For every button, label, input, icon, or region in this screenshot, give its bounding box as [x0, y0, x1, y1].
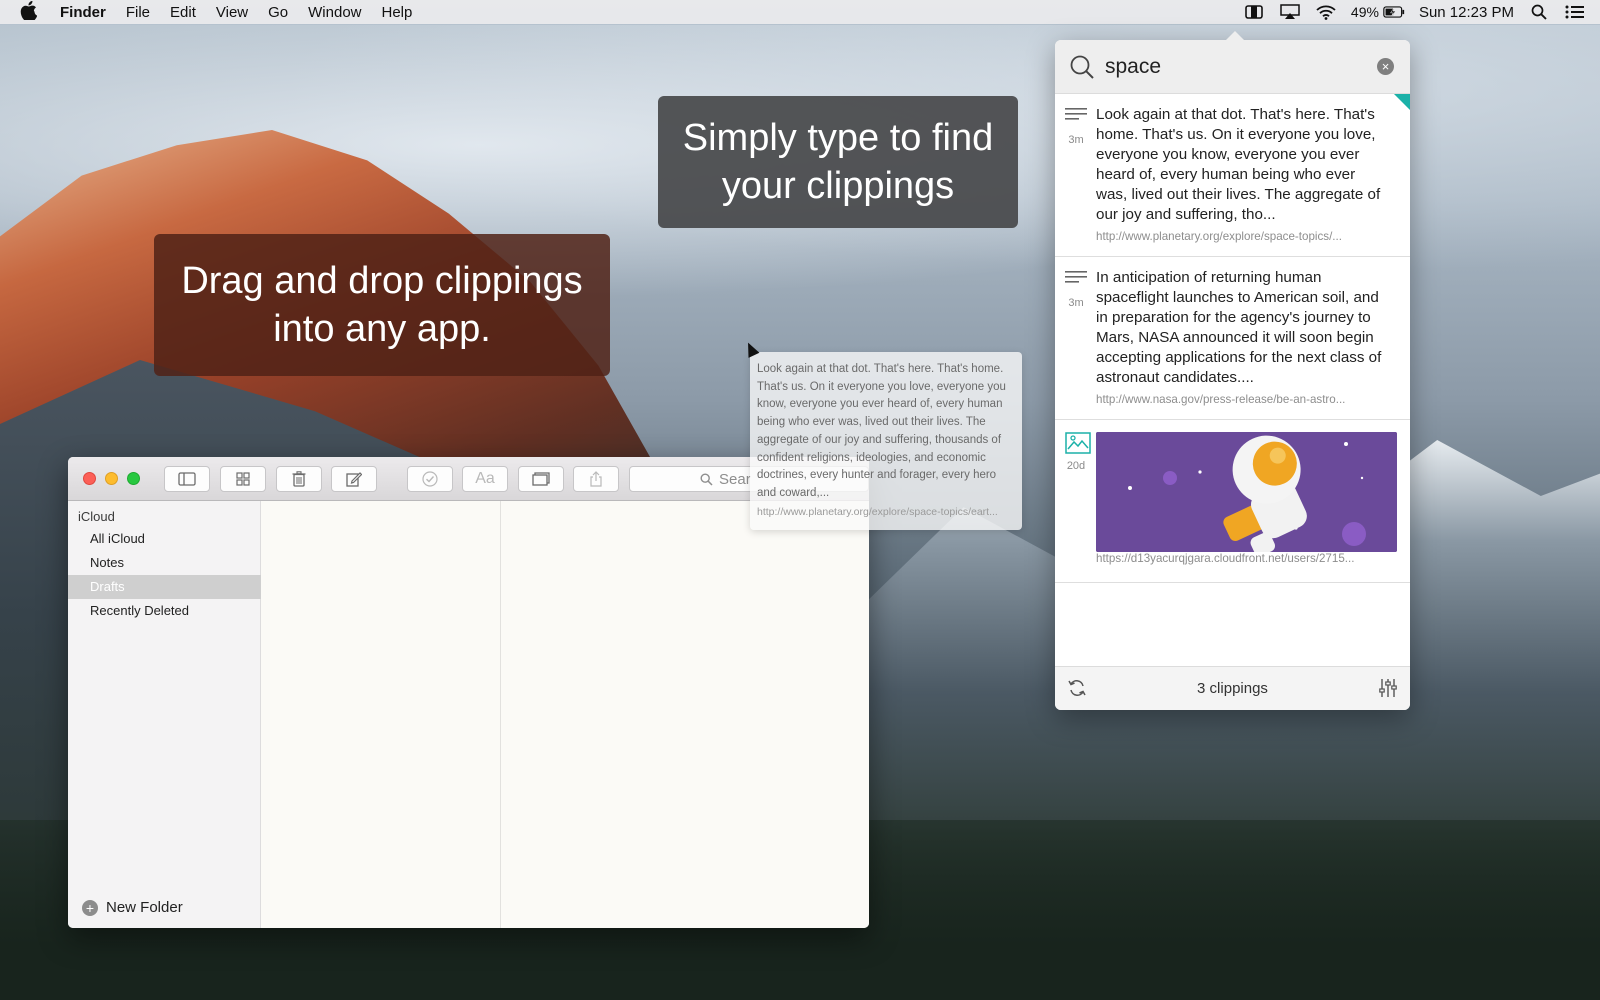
notes-folders-sidebar: iCloud All iCloud Notes Drafts Recently … [68, 501, 261, 928]
compose-note-button[interactable] [331, 466, 377, 492]
sidebar-icon [178, 472, 196, 486]
menu-window[interactable]: Window [308, 4, 361, 21]
toggle-sidebar-button[interactable] [164, 466, 210, 492]
text-clipping-icon [1065, 271, 1087, 290]
menu-bar: Finder File Edit View Go Window Help 49%… [0, 0, 1600, 24]
clipping-text: Look again at that dot. That's here. Tha… [1096, 106, 1381, 223]
notification-center-icon[interactable] [1564, 3, 1586, 21]
menu-edit[interactable]: Edit [170, 4, 196, 21]
find-clippings-callout: Simply type to find your clippings [658, 96, 1018, 228]
menu-help[interactable]: Help [382, 4, 413, 21]
search-icon [700, 472, 713, 486]
clipping-url: http://www.nasa.gov/press-release/be-an-… [1096, 393, 1346, 406]
clippings-popover: space × 3m Look again at that dot. That'… [1055, 31, 1410, 710]
drag-preview-url: http://www.planetary.org/explore/space-t… [757, 505, 998, 518]
clipping-item[interactable]: 3m Look again at that dot. That's here. … [1055, 94, 1410, 257]
drag-preview-text: Look again at that dot. That's here. Tha… [757, 363, 1006, 499]
clipboard-status-icon[interactable] [1243, 3, 1265, 21]
notes-list-pane[interactable] [261, 501, 501, 928]
menu-view[interactable]: View [216, 4, 248, 21]
menubar-clock[interactable]: Sun 12:23 PM [1419, 4, 1514, 21]
folder-all-icloud[interactable]: All iCloud [68, 527, 261, 551]
find-callout-text: Simply type to find your clippings [682, 117, 994, 207]
clipping-item[interactable]: 20d https://d13yacurqjgara.cloudfront.ne… [1055, 420, 1410, 583]
delete-note-button[interactable] [276, 466, 322, 492]
text-format-icon: Aa [475, 470, 495, 487]
clippings-count: 3 clippings [1197, 680, 1268, 697]
clipping-age: 3m [1068, 134, 1084, 146]
text-clipping-icon [1065, 108, 1087, 127]
attachments-browser-button[interactable] [220, 466, 266, 492]
share-icon [590, 471, 602, 487]
format-text-button[interactable]: Aa [462, 466, 508, 492]
battery-charging-icon[interactable] [1383, 3, 1405, 21]
checklist-button[interactable] [407, 466, 453, 492]
close-window-button[interactable] [83, 472, 96, 485]
plus-circle-icon: + [82, 899, 98, 916]
settings-sliders-icon[interactable] [1378, 678, 1398, 703]
notes-toolbar: Aa Sear [68, 457, 869, 501]
menu-app-name[interactable]: Finder [60, 4, 106, 21]
clippings-search-query[interactable]: space [1105, 55, 1161, 79]
zoom-window-button[interactable] [127, 472, 140, 485]
notes-search-placeholder: Sear [719, 470, 751, 488]
share-button[interactable] [573, 466, 619, 492]
new-folder-button[interactable]: + New Folder [82, 899, 183, 916]
apple-icon[interactable] [20, 0, 42, 24]
battery-percent: 49% [1350, 4, 1379, 20]
clippings-search-bar[interactable]: space × [1055, 40, 1410, 94]
clipping-age: 20d [1066, 460, 1086, 472]
compose-icon [346, 472, 362, 487]
dragged-clipping-preview[interactable]: Look again at that dot. That's here. Tha… [750, 352, 1022, 530]
image-clipping-icon [1065, 432, 1091, 459]
selected-flag-icon [1394, 94, 1410, 110]
account-header: iCloud [78, 509, 115, 524]
new-folder-label: New Folder [106, 899, 183, 916]
trash-icon [292, 471, 306, 487]
grid-icon [236, 472, 250, 486]
astronaut-image-thumbnail [1096, 432, 1397, 552]
search-icon [1069, 54, 1095, 85]
windows-icon [532, 472, 550, 486]
menu-go[interactable]: Go [268, 4, 288, 21]
folder-notes[interactable]: Notes [68, 551, 261, 575]
folder-drafts[interactable]: Drafts [68, 575, 261, 599]
notes-window: Aa Sear iCloud All iCloud Notes Drafts R… [68, 457, 869, 928]
spotlight-search-icon[interactable] [1528, 3, 1550, 21]
clipping-text: In anticipation of returning human space… [1096, 269, 1382, 386]
clipping-url: https://d13yacurqjgara.cloudfront.net/us… [1096, 552, 1355, 565]
clear-search-icon[interactable]: × [1377, 58, 1394, 75]
clippings-footer: 3 clippings [1055, 666, 1410, 710]
folder-recently-deleted[interactable]: Recently Deleted [68, 599, 261, 623]
minimize-window-button[interactable] [105, 472, 118, 485]
drag-callout-text: Drag and drop clippings into any app. [181, 260, 583, 350]
clipping-age: 3m [1068, 297, 1084, 309]
clipping-url: http://www.planetary.org/explore/space-t… [1096, 230, 1342, 243]
move-to-folder-button[interactable] [518, 466, 564, 492]
wifi-icon[interactable] [1315, 3, 1337, 21]
airplay-icon[interactable] [1279, 3, 1301, 21]
checkmark-circle-icon [422, 471, 438, 487]
drag-drop-callout: Drag and drop clippings into any app. [154, 234, 610, 376]
menu-file[interactable]: File [126, 4, 150, 21]
note-editor-pane[interactable] [501, 501, 869, 928]
clipping-item[interactable]: 3m In anticipation of returning human sp… [1055, 257, 1410, 420]
